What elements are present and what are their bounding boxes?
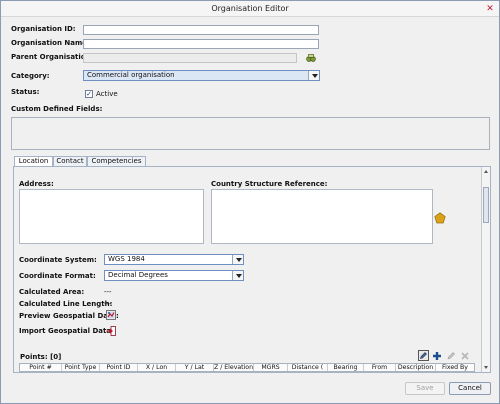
scroll-up-icon[interactable]	[484, 170, 488, 173]
custom-fields-panel	[11, 117, 490, 150]
points-table-header: Point # Point Type Point ID X / Lon Y / …	[19, 363, 475, 372]
title-bar: Organisation Editor ✕	[1, 1, 499, 17]
chevron-down-icon	[232, 255, 243, 264]
column-header[interactable]: Point ID	[100, 364, 138, 371]
organisation-editor-window: Organisation Editor ✕ Organisation ID: O…	[0, 0, 500, 404]
preview-map-icon[interactable]	[106, 310, 116, 320]
coord-system-label: Coordinate System:	[19, 256, 97, 264]
pentagon-icon[interactable]	[434, 212, 446, 224]
column-header[interactable]: Point Type	[62, 364, 100, 371]
tab-competencies[interactable]: Competencies	[87, 156, 146, 166]
preview-geo-label: Preview Geospatial Data:	[19, 312, 119, 320]
calc-area-label: Calculated Area:	[19, 288, 85, 296]
cancel-button[interactable]: Cancel	[449, 382, 491, 395]
column-header[interactable]: Bearing	[328, 364, 364, 371]
chevron-down-icon	[232, 271, 243, 280]
organisation-id-label: Organisation ID:	[11, 25, 76, 33]
category-label: Category:	[11, 72, 50, 80]
scroll-down-icon[interactable]	[484, 366, 488, 369]
save-button[interactable]: Save	[405, 382, 445, 395]
column-header[interactable]: X / Lon	[138, 364, 176, 371]
column-header[interactable]: Y / Lat	[176, 364, 214, 371]
column-header[interactable]: Distance (	[288, 364, 328, 371]
coord-system-select[interactable]: WGS 1984	[104, 254, 244, 265]
address-field[interactable]	[19, 189, 204, 244]
calc-line-label: Calculated Line Length:	[19, 300, 113, 308]
add-icon[interactable]	[432, 351, 442, 361]
parent-organisation-label: Parent Organisation:	[11, 53, 94, 61]
organisation-name-field[interactable]	[83, 39, 319, 49]
organisation-id-field[interactable]	[83, 25, 319, 35]
delete-icon	[460, 351, 470, 361]
panel-scrollbar[interactable]	[481, 167, 490, 372]
country-ref-label: Country Structure Reference:	[211, 180, 328, 188]
status-label: Status:	[11, 88, 40, 96]
category-select[interactable]: Commercial organisation	[83, 70, 320, 81]
chevron-down-icon	[308, 71, 319, 80]
import-icon[interactable]	[106, 326, 116, 336]
tab-contact[interactable]: Contact	[53, 156, 87, 166]
coord-system-value: WGS 1984	[108, 255, 145, 263]
column-header[interactable]: Z / Elevation	[214, 364, 254, 371]
calc-line-value: ---	[104, 300, 112, 308]
column-header[interactable]: MGRS	[254, 364, 288, 371]
coord-format-label: Coordinate Format:	[19, 272, 96, 280]
organisation-name-label: Organisation Name:	[11, 39, 90, 47]
calc-area-value: ---	[104, 288, 112, 296]
binoculars-icon[interactable]	[306, 53, 316, 63]
edit-icon[interactable]	[418, 350, 429, 361]
coord-format-value: Decimal Degrees	[108, 271, 168, 279]
points-label: Points: [0]	[20, 353, 62, 361]
active-checkbox[interactable]: ✓	[85, 90, 93, 98]
column-header[interactable]: Point #	[20, 364, 62, 371]
coord-format-select[interactable]: Decimal Degrees	[104, 270, 244, 281]
parent-organisation-field	[83, 53, 297, 63]
import-geo-label: Import Geospatial Data:	[19, 327, 114, 335]
country-structure-field[interactable]	[211, 189, 433, 244]
active-label: Active	[96, 90, 118, 98]
scroll-thumb[interactable]	[483, 187, 489, 223]
pencil-icon	[446, 351, 456, 361]
category-value: Commercial organisation	[87, 71, 175, 79]
column-header[interactable]: Description	[396, 364, 436, 371]
column-header[interactable]: From	[364, 364, 396, 371]
close-icon[interactable]: ✕	[485, 4, 495, 14]
window-title: Organisation Editor	[211, 4, 289, 13]
column-header[interactable]: Fixed By	[436, 364, 474, 371]
address-label: Address:	[19, 180, 54, 188]
custom-fields-label: Custom Defined Fields:	[11, 105, 103, 113]
